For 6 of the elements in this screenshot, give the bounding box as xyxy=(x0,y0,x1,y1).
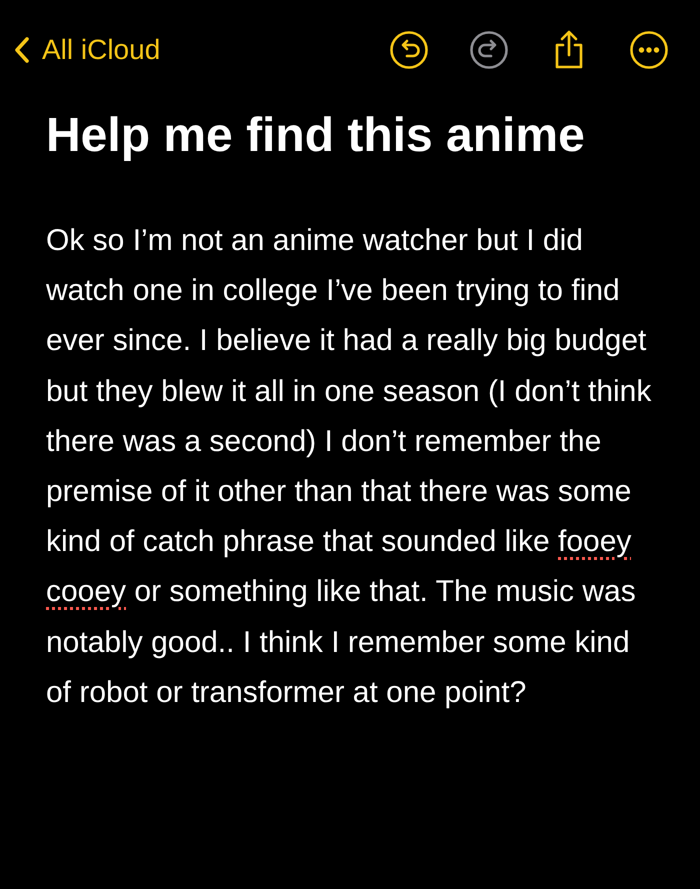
undo-button[interactable] xyxy=(388,29,430,71)
chevron-left-icon xyxy=(14,36,30,64)
note-body: Ok so I’m not an anime watcher but I did watch one in college I’ve been trying to find ever since. I believe it had a really big budget but they blew it all in one season (I don’t think there was a second) I don’t remember the premise of it other than that there was some kind of catch phrase that sounded like fooey cooey or something like that. The music was notably good.. I think I remember some kind of robot or transformer at one point? xyxy=(45,223,652,711)
back-button[interactable]: All iCloud xyxy=(14,29,160,71)
note-title: Help me find this anime xyxy=(45,108,586,164)
more-button[interactable] xyxy=(628,29,670,71)
